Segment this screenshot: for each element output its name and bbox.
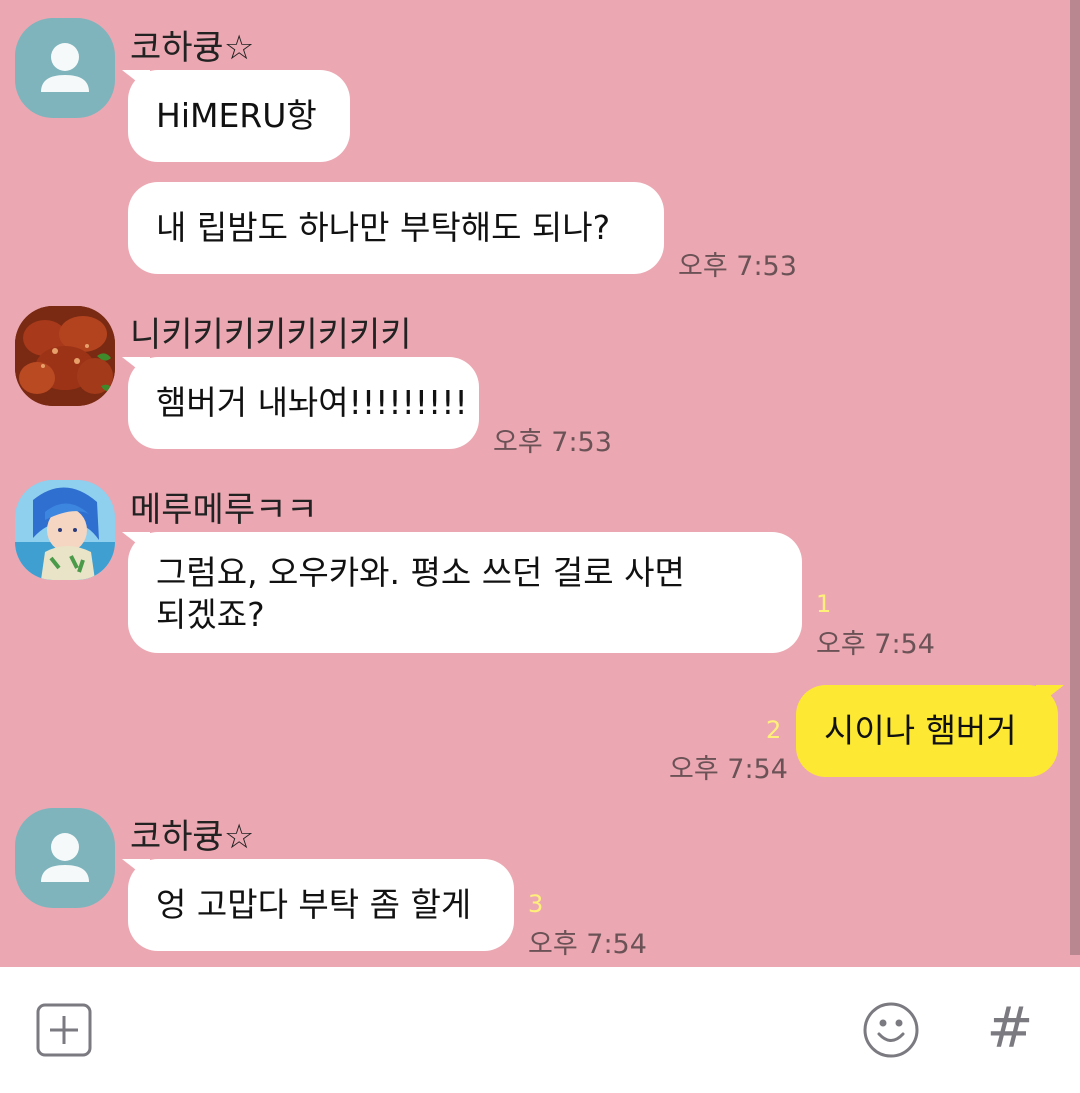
unread-count: 2 (766, 716, 782, 744)
message-bubble[interactable]: 그럼요, 오우카와. 평소 쓰던 걸로 사면 되겠죠? (128, 532, 802, 653)
scrollbar[interactable] (1070, 0, 1080, 955)
message-bubble[interactable]: HiMERU항 (128, 70, 350, 162)
plus-box-icon (36, 1003, 92, 1057)
emoji-button[interactable] (862, 1001, 920, 1059)
message-time: 오후 7:54 (669, 754, 788, 785)
message-time: 오후 7:53 (678, 251, 797, 282)
message-time: 오후 7:54 (816, 629, 935, 660)
message-text: 시이나 햄버거 (824, 711, 1017, 750)
message-text: 엉 고맙다 부탁 좀 할게 (156, 885, 472, 924)
hashtag-button[interactable]: # (986, 997, 1034, 1061)
message-bubble[interactable]: 엉 고맙다 부탁 좀 할게 (128, 859, 514, 951)
message-time: 오후 7:53 (493, 427, 612, 458)
message-bubble[interactable]: 내 립밤도 하나만 부탁해도 되나? (128, 182, 664, 274)
sender-avatar[interactable] (15, 808, 115, 908)
blue-haired-character-photo (15, 480, 115, 580)
sender-name: 코하큥☆ (130, 817, 255, 857)
sender-avatar[interactable] (15, 306, 115, 406)
my-message-bubble[interactable]: 시이나 햄버거 (796, 685, 1058, 777)
message-text: 내 립밤도 하나만 부탁해도 되나? (156, 208, 611, 247)
message-bubble[interactable]: 햄버거 내놔여!!!!!!!!! (128, 357, 479, 449)
message-time: 오후 7:54 (528, 929, 647, 960)
hashtag-icon: # (986, 996, 1034, 1061)
default-profile-icon (41, 43, 89, 92)
sender-avatar[interactable] (15, 18, 115, 118)
attach-button[interactable] (36, 1003, 92, 1057)
message-text: 햄버거 내놔여!!!!!!!!! (156, 383, 468, 422)
sender-name: 코하큥☆ (130, 28, 255, 68)
chat-area[interactable]: 코하큥☆ HiMERU항 내 립밤도 하나만 부탁해도 되나? 오후 7:53 … (0, 0, 1080, 967)
sender-name: 니키키키키키키키키 (130, 315, 412, 355)
default-profile-icon (41, 833, 89, 882)
unread-count: 1 (816, 590, 832, 618)
sender-name: 메루메루ㅋㅋ (130, 490, 318, 530)
fried-chicken-photo (15, 306, 115, 406)
emoji-icon (863, 1002, 919, 1058)
input-bar: # (0, 967, 1080, 1093)
message-text: HiMERU항 (156, 96, 317, 135)
unread-count: 3 (528, 890, 544, 918)
sender-avatar[interactable] (15, 480, 115, 580)
message-text: 그럼요, 오우카와. 평소 쓰던 걸로 사면 되겠죠? (156, 553, 685, 634)
